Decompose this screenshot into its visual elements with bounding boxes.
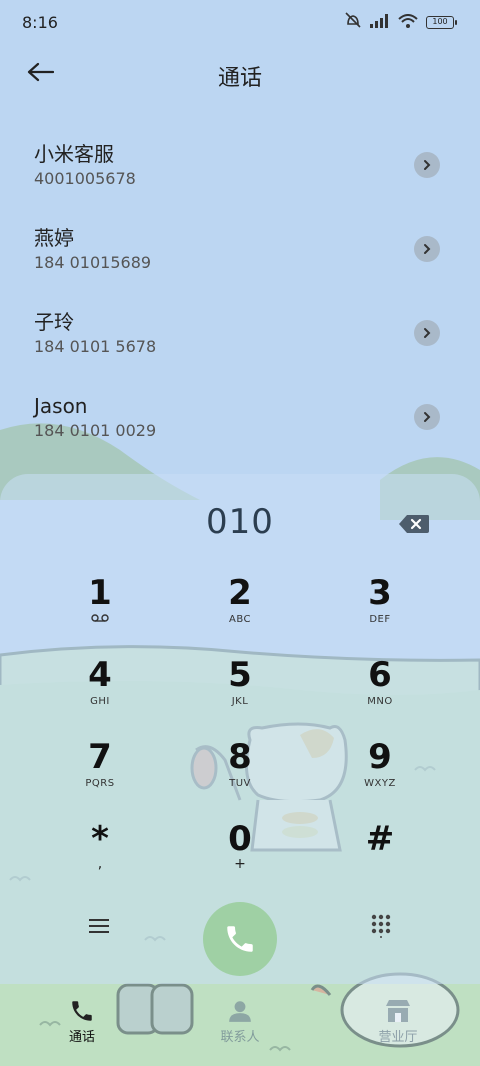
key-letters: WXYZ	[364, 778, 396, 789]
key-digit: 3	[368, 573, 392, 613]
contact-name: 燕婷	[34, 226, 74, 250]
header: 通话	[0, 50, 480, 100]
key-star[interactable]: * ,	[40, 820, 160, 890]
menu-button[interactable]	[79, 906, 119, 946]
nav-calls[interactable]: 通话	[22, 990, 142, 1045]
contact-number: 184 01015689	[34, 253, 152, 272]
key-letters: +	[234, 856, 246, 872]
key-digit: 9	[368, 737, 392, 777]
nav-label: 联系人	[220, 1030, 260, 1045]
dialpad-icon	[371, 914, 391, 938]
key-letters: MNO	[367, 696, 393, 707]
key-0[interactable]: 0 +	[180, 820, 300, 890]
chevron-right-icon	[424, 412, 431, 422]
key-5[interactable]: 5 JKL	[180, 656, 300, 726]
contact-number: 4001005678	[34, 169, 136, 188]
status-time: 8:16	[22, 12, 58, 32]
phone-icon	[22, 990, 142, 1024]
backspace-icon	[399, 515, 429, 533]
key-letters: PQRS	[85, 778, 115, 789]
contact-detail-button[interactable]	[414, 152, 440, 178]
battery-icon: 100	[426, 15, 457, 29]
nav-shop[interactable]: 营业厅	[338, 990, 458, 1045]
key-letters: ,	[97, 856, 103, 872]
contact-row[interactable]: 燕婷 184 01015689	[0, 214, 480, 298]
contact-row[interactable]: 子玲 184 0101 5678	[0, 298, 480, 382]
key-3[interactable]: 3 DEF	[320, 574, 440, 644]
contact-detail-button[interactable]	[414, 320, 440, 346]
key-digit: 5	[228, 655, 252, 695]
key-digit: 8	[228, 737, 252, 777]
contact-number: 184 0101 5678	[34, 337, 157, 356]
key-letters: JKL	[231, 696, 249, 707]
nav-label: 通话	[68, 1030, 95, 1045]
key-digit: *	[91, 819, 109, 859]
key-digit: 1	[88, 573, 112, 613]
key-1[interactable]: 1	[40, 574, 160, 644]
key-digit: 4	[88, 655, 112, 695]
status-bar: 8:16 100	[0, 0, 480, 44]
chevron-right-icon	[424, 160, 431, 170]
contact-detail-button[interactable]	[414, 236, 440, 262]
contact-name: Jason	[34, 394, 88, 418]
key-6[interactable]: 6 MNO	[320, 656, 440, 726]
key-letters: ABC	[228, 614, 251, 625]
hamburger-icon	[89, 919, 109, 933]
phone-icon	[227, 926, 253, 952]
key-digit: 0	[228, 819, 252, 859]
bottom-nav: 通话 联系人 营业厅	[0, 990, 480, 1066]
key-digit: #	[365, 819, 395, 859]
page-title: 通话	[217, 66, 262, 91]
wifi-icon	[398, 13, 418, 32]
key-letters: TUV	[229, 778, 251, 789]
contact-row[interactable]: 小米客服 4001005678	[0, 130, 480, 214]
status-icons: 100	[344, 12, 457, 32]
chevron-right-icon	[424, 328, 431, 338]
contact-name: 子玲	[34, 310, 74, 334]
key-4[interactable]: 4 GHI	[40, 656, 160, 726]
shop-icon	[338, 990, 458, 1024]
contact-name: 小米客服	[34, 142, 114, 166]
key-letters: DEF	[369, 614, 391, 625]
call-button[interactable]	[203, 902, 277, 976]
key-2[interactable]: 2 ABC	[180, 574, 300, 644]
key-digit: 6	[368, 655, 392, 695]
key-letters: GHI	[90, 696, 110, 707]
contact-list: 小米客服 4001005678 燕婷 184 01015689 子玲 184 0…	[0, 130, 480, 466]
contact-number: 184 0101 0029	[34, 421, 157, 440]
contact-row[interactable]: Jason 184 0101 0029	[0, 382, 480, 466]
chevron-right-icon	[424, 244, 431, 254]
key-9[interactable]: 9 WXYZ	[320, 738, 440, 808]
signal-icon	[370, 13, 390, 32]
person-icon	[180, 990, 300, 1024]
key-digit: 2	[228, 573, 252, 613]
dialer-panel: 010 1 2 ABC 3 DEF 4 GHI 5 JKL 6 MNO 7 PQ…	[0, 474, 480, 984]
nav-contacts[interactable]: 联系人	[180, 990, 300, 1045]
key-8[interactable]: 8 TUV	[180, 738, 300, 808]
key-hash[interactable]: #	[320, 820, 440, 890]
key-digit: 7	[88, 737, 112, 777]
key-7[interactable]: 7 PQRS	[40, 738, 160, 808]
contact-detail-button[interactable]	[414, 404, 440, 430]
nav-label: 营业厅	[378, 1030, 418, 1045]
backspace-button[interactable]	[398, 514, 430, 534]
voicemail-icon	[40, 614, 160, 625]
dialpad-toggle-button[interactable]	[361, 906, 401, 946]
mute-icon	[344, 12, 362, 32]
